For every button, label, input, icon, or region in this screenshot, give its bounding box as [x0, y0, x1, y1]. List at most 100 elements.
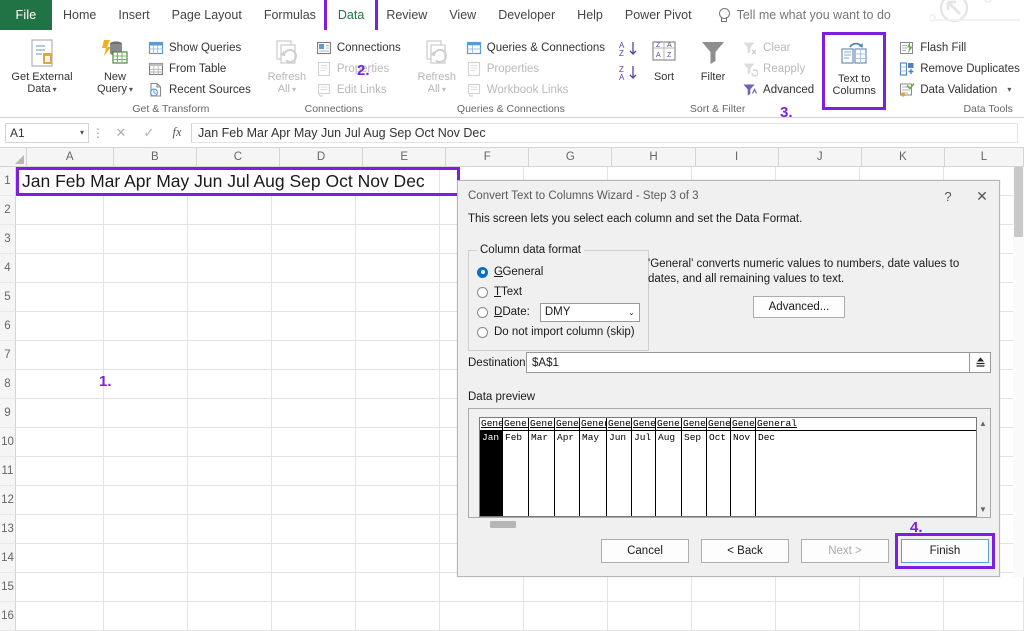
cell-B13[interactable] [104, 515, 188, 543]
cell-C10[interactable] [188, 428, 272, 456]
cell-C15[interactable] [188, 573, 272, 601]
row-header-4[interactable]: 4 [0, 254, 16, 283]
chevron-down-icon[interactable]: ▾ [292, 85, 296, 94]
preview-column-4[interactable]: May [580, 431, 607, 516]
tab-view[interactable]: View [438, 0, 487, 30]
cell-C16[interactable] [188, 602, 272, 630]
preview-header-9[interactable]: General [707, 418, 731, 430]
cell-D16[interactable] [272, 602, 356, 630]
column-header-F[interactable]: F [446, 148, 530, 166]
column-header-G[interactable]: G [529, 148, 613, 166]
cell-A3[interactable] [16, 225, 104, 253]
cancel-icon[interactable]: ✕ [107, 125, 135, 141]
close-icon[interactable]: ✕ [965, 188, 999, 205]
vertical-scrollbar[interactable] [1013, 167, 1024, 577]
cell-D13[interactable] [272, 515, 356, 543]
cell-C7[interactable] [188, 341, 272, 369]
row-header-15[interactable]: 15 [0, 573, 16, 602]
row-header-1[interactable]: 1 [0, 167, 16, 196]
cell-A16[interactable] [16, 602, 104, 630]
cell-D15[interactable] [272, 573, 356, 601]
cell-A4[interactable] [16, 254, 104, 282]
preview-column-10[interactable]: Nov [731, 431, 756, 516]
preview-header-6[interactable]: General [632, 418, 656, 430]
cell-I16[interactable] [692, 602, 776, 630]
tab-formulas[interactable]: Formulas [253, 0, 327, 30]
cell-A2[interactable] [16, 196, 104, 224]
cell-D5[interactable] [272, 283, 356, 311]
preview-column-6[interactable]: Jul [632, 431, 656, 516]
cell-C11[interactable] [188, 457, 272, 485]
cell-A9[interactable] [16, 399, 104, 427]
sort-button[interactable]: Z A A Z Sort [641, 36, 687, 83]
cell-B10[interactable] [104, 428, 188, 456]
cell-C12[interactable] [188, 486, 272, 514]
cell-J15[interactable] [776, 573, 860, 601]
column-header-H[interactable]: H [612, 148, 696, 166]
chevron-down-icon[interactable]: ⌄ [628, 308, 635, 317]
row-header-16[interactable]: 16 [0, 602, 16, 631]
cell-E12[interactable] [356, 486, 440, 514]
cell-E7[interactable] [356, 341, 440, 369]
refresh-all-button-2[interactable]: Refresh All ▾ [414, 36, 460, 96]
row-header-2[interactable]: 2 [0, 196, 16, 225]
tab-file[interactable]: File [0, 0, 52, 30]
finish-button[interactable]: Finish [901, 539, 989, 563]
cell-A6[interactable] [16, 312, 104, 340]
cell-B12[interactable] [104, 486, 188, 514]
cell-B8[interactable] [104, 370, 188, 398]
cell-B16[interactable] [104, 602, 188, 630]
cell-E8[interactable] [356, 370, 440, 398]
radio-text-icon[interactable] [477, 286, 488, 298]
cell-B15[interactable] [104, 573, 188, 601]
advanced-button[interactable]: Advanced... [753, 296, 845, 318]
cell-E4[interactable] [356, 254, 440, 282]
cell-D14[interactable] [272, 544, 356, 572]
tab-developer[interactable]: Developer [487, 0, 566, 30]
tab-insert[interactable]: Insert [107, 0, 160, 30]
cell-A10[interactable] [16, 428, 104, 456]
cell-C5[interactable] [188, 283, 272, 311]
column-header-I[interactable]: I [695, 148, 779, 166]
tell-me-box[interactable]: Tell me what you want to do [703, 0, 891, 30]
formula-bar-grip[interactable]: ⋮ [89, 126, 107, 140]
destination-input[interactable]: $A$1 [526, 352, 970, 373]
radio-date-icon[interactable] [477, 306, 488, 318]
new-query-button[interactable]: New Query ▾ [88, 36, 142, 96]
cell-A8[interactable] [16, 370, 104, 398]
row-header-6[interactable]: 6 [0, 312, 16, 341]
cell-E2[interactable] [356, 196, 440, 224]
date-format-select[interactable]: DMY ⌄ [539, 302, 640, 322]
row-header-7[interactable]: 7 [0, 341, 16, 370]
sort-ascending-icon[interactable]: A Z [618, 39, 638, 59]
scroll-down-icon[interactable]: ▼ [977, 505, 989, 514]
cell-G15[interactable] [524, 573, 608, 601]
cell-E10[interactable] [356, 428, 440, 456]
row-header-10[interactable]: 10 [0, 428, 16, 457]
chevron-down-icon[interactable]: ▾ [80, 128, 84, 137]
cell-D4[interactable] [272, 254, 356, 282]
cell-E15[interactable] [356, 573, 440, 601]
preview-column-9[interactable]: Oct [707, 431, 731, 516]
tab-power-pivot[interactable]: Power Pivot [614, 0, 703, 30]
preview-column-2[interactable]: Mar [529, 431, 555, 516]
connections-button[interactable]: Connections [313, 38, 404, 57]
cell-K15[interactable] [860, 573, 944, 601]
column-header-D[interactable]: D [280, 148, 364, 166]
row-header-13[interactable]: 13 [0, 515, 16, 544]
row-header-11[interactable]: 11 [0, 457, 16, 486]
chevron-down-icon[interactable]: ▾ [442, 85, 446, 94]
cell-D6[interactable] [272, 312, 356, 340]
cell-A5[interactable] [16, 283, 104, 311]
get-external-data-button[interactable]: Get External Data ▾ [6, 36, 78, 96]
cell-E13[interactable] [356, 515, 440, 543]
chevron-down-icon[interactable]: ▾ [1007, 85, 1011, 94]
row-header-14[interactable]: 14 [0, 544, 16, 573]
cell-C14[interactable] [188, 544, 272, 572]
cell-D3[interactable] [272, 225, 356, 253]
preview-column-0[interactable]: Jan [480, 431, 503, 516]
remove-duplicates-button[interactable]: Remove Duplicates [896, 59, 1023, 78]
column-header-J[interactable]: J [778, 148, 862, 166]
cell-E16[interactable] [356, 602, 440, 630]
cancel-button[interactable]: Cancel [601, 539, 689, 563]
